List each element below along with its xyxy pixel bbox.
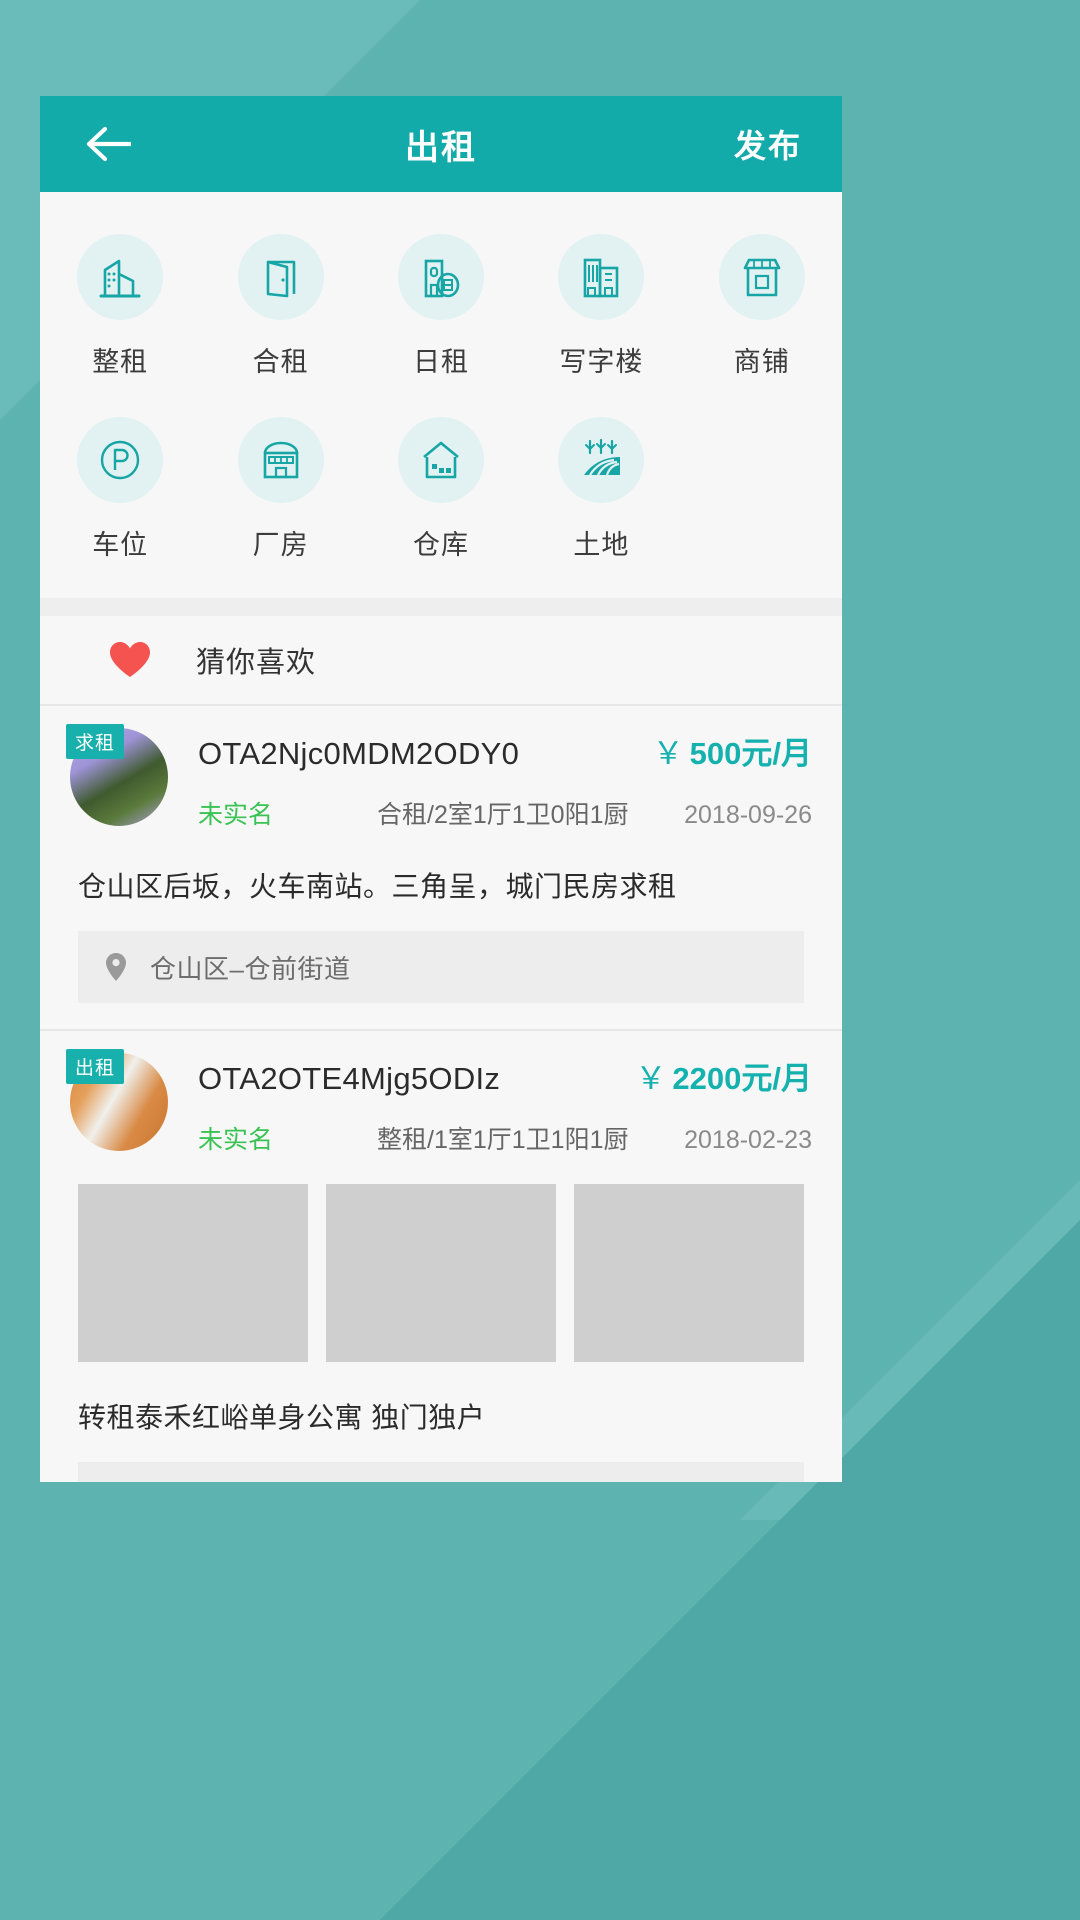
category-icon-wrap bbox=[397, 417, 484, 503]
listing-meta-row: 未实名 合租/2室1厅1卫0阳1厨 2018-09-26 bbox=[198, 795, 812, 831]
listing-title: OTA2OTE4Mjg5ODIz bbox=[198, 1061, 501, 1096]
category-label: 合租 bbox=[252, 347, 309, 377]
category-label: 车位 bbox=[92, 530, 149, 560]
category-item-zhengzu[interactable]: 整租 bbox=[40, 234, 200, 379]
listing-location-bar[interactable]: 泰禾红峪14号楼5单元705-泰禾红峪14号楼5单元705 bbox=[78, 1462, 804, 1482]
listing-title-row: OTA2Njc0MDM2ODY0 ￥ 500元/月 bbox=[198, 728, 812, 773]
shop-awning-icon bbox=[737, 252, 787, 302]
buildings-icon bbox=[95, 252, 145, 302]
listing-specs: 整租/1室1厅1卫1阳1厨 bbox=[377, 1126, 629, 1154]
category-icon-wrap bbox=[397, 234, 484, 320]
listing-photo[interactable] bbox=[78, 1184, 308, 1362]
listing-card-main: OTA2OTE4Mjg5ODIz ￥ 2200元/月 未实名 整租/1室1厅1卫1… bbox=[168, 1053, 812, 1156]
category-label: 写字楼 bbox=[559, 347, 644, 377]
recommend-section-title: 猜你喜欢 bbox=[196, 647, 317, 679]
listing-photo-strip bbox=[70, 1184, 812, 1362]
listing-meta-row: 未实名 整租/1室1厅1卫1阳1厨 2018-02-23 bbox=[198, 1120, 812, 1156]
category-label: 仓库 bbox=[412, 530, 469, 560]
listing-description: 转租泰禾红峪单身公寓 独门独户 bbox=[78, 1402, 486, 1433]
recommend-section-header: 猜你喜欢 bbox=[40, 616, 842, 704]
avatar-wrap: 求租 bbox=[66, 724, 168, 826]
card-bottom-pad bbox=[70, 1003, 812, 1029]
category-label: 土地 bbox=[573, 530, 630, 560]
category-icon-wrap bbox=[237, 234, 324, 320]
listing-badge: 出租 bbox=[66, 1049, 125, 1084]
category-icon-wrap bbox=[77, 417, 164, 503]
listing-description: 仓山区后坂，火车南站。三角呈，城门民房求租 bbox=[78, 871, 677, 902]
listing-title-row: OTA2OTE4Mjg5ODIz ￥ 2200元/月 bbox=[198, 1053, 812, 1098]
listing-location-text: 泰禾红峪14号楼5单元705-泰禾红峪14号楼5单元705 bbox=[150, 1480, 763, 1483]
category-label: 厂房 bbox=[252, 530, 309, 560]
verify-status: 未实名 bbox=[198, 1126, 274, 1154]
listing-card-top: 求租 OTA2Njc0MDM2ODY0 ￥ 500元/月 未实名 合租/2室1厅… bbox=[66, 724, 812, 831]
category-item-empty bbox=[682, 417, 842, 562]
listing-date: 2018-09-26 bbox=[684, 801, 812, 829]
currency-symbol: ￥ bbox=[652, 736, 684, 771]
category-item-rizu[interactable]: 日租 bbox=[361, 234, 521, 379]
category-label: 整租 bbox=[92, 347, 149, 377]
category-label: 商铺 bbox=[733, 347, 790, 377]
listing-price: ￥ 2200元/月 bbox=[635, 1053, 812, 1098]
back-button[interactable] bbox=[80, 116, 136, 172]
listing-card[interactable]: 出租 OTA2OTE4Mjg5ODIz ￥ 2200元/月 未实名 整租/1室1… bbox=[40, 1031, 842, 1482]
price-value: 2200元/月 bbox=[672, 1061, 812, 1096]
category-item-changfang[interactable]: 厂房 bbox=[200, 417, 360, 562]
building-calendar-icon bbox=[416, 252, 466, 302]
heart-icon bbox=[108, 640, 152, 680]
listing-price: ￥ 500元/月 bbox=[653, 728, 812, 773]
category-item-tudi[interactable]: 土地 bbox=[521, 417, 681, 562]
section-gap bbox=[40, 598, 842, 616]
content-scroll-area[interactable]: 整租 合租 日租 写字楼 商铺 车位 厂房 仓库 土地 猜你喜欢 求租 OTA2… bbox=[40, 192, 842, 1482]
office-tower-icon bbox=[576, 252, 626, 302]
publish-button[interactable]: 发布 bbox=[734, 121, 802, 167]
listing-photo[interactable] bbox=[326, 1184, 556, 1362]
verify-status: 未实名 bbox=[198, 801, 274, 829]
category-item-hezu[interactable]: 合租 bbox=[200, 234, 360, 379]
arrow-left-icon bbox=[85, 127, 131, 161]
listing-location-text: 仓山区–仓前街道 bbox=[150, 953, 351, 984]
category-item-shangpu[interactable]: 商铺 bbox=[682, 234, 842, 379]
category-icon-wrap bbox=[77, 234, 164, 320]
listing-photo[interactable] bbox=[574, 1184, 804, 1362]
category-row-2: 车位 厂房 仓库 土地 bbox=[40, 417, 842, 562]
category-row-1: 整租 合租 日租 写字楼 商铺 bbox=[40, 234, 842, 379]
category-item-cangku[interactable]: 仓库 bbox=[361, 417, 521, 562]
open-door-icon bbox=[256, 252, 306, 302]
category-grid: 整租 合租 日租 写字楼 商铺 车位 厂房 仓库 土地 bbox=[40, 192, 842, 598]
listing-card[interactable]: 求租 OTA2Njc0MDM2ODY0 ￥ 500元/月 未实名 合租/2室1厅… bbox=[40, 706, 842, 1029]
parking-p-icon bbox=[95, 435, 145, 485]
warehouse-icon bbox=[416, 435, 466, 485]
price-value: 500元/月 bbox=[689, 736, 812, 771]
listing-title: OTA2Njc0MDM2ODY0 bbox=[198, 736, 520, 771]
category-icon-wrap bbox=[558, 234, 645, 320]
listing-date: 2018-02-23 bbox=[684, 1126, 812, 1154]
farmland-icon bbox=[576, 435, 626, 485]
factory-icon bbox=[256, 435, 306, 485]
listing-card-top: 出租 OTA2OTE4Mjg5ODIz ￥ 2200元/月 未实名 整租/1室1… bbox=[66, 1049, 812, 1156]
avatar-wrap: 出租 bbox=[66, 1049, 168, 1151]
currency-symbol: ￥ bbox=[635, 1061, 667, 1096]
map-pin-icon bbox=[104, 952, 128, 982]
app-header: 出租 发布 bbox=[40, 96, 842, 192]
category-icon-wrap bbox=[237, 417, 324, 503]
category-label: 日租 bbox=[412, 347, 469, 377]
category-item-chewei[interactable]: 车位 bbox=[40, 417, 200, 562]
app-window: 出租 发布 整租 合租 日租 写字楼 商铺 车位 厂房 仓库 土地 猜你喜欢 求… bbox=[40, 96, 842, 1482]
category-icon-wrap bbox=[718, 234, 805, 320]
page-title: 出租 bbox=[405, 128, 477, 167]
listing-location-bar[interactable]: 仓山区–仓前街道 bbox=[78, 931, 804, 1003]
category-icon-wrap bbox=[558, 417, 645, 503]
listing-badge: 求租 bbox=[66, 724, 125, 759]
category-item-xiezilou[interactable]: 写字楼 bbox=[521, 234, 681, 379]
listing-specs: 合租/2室1厅1卫0阳1厨 bbox=[377, 801, 629, 829]
listing-card-main: OTA2Njc0MDM2ODY0 ￥ 500元/月 未实名 合租/2室1厅1卫0阳… bbox=[168, 728, 812, 831]
